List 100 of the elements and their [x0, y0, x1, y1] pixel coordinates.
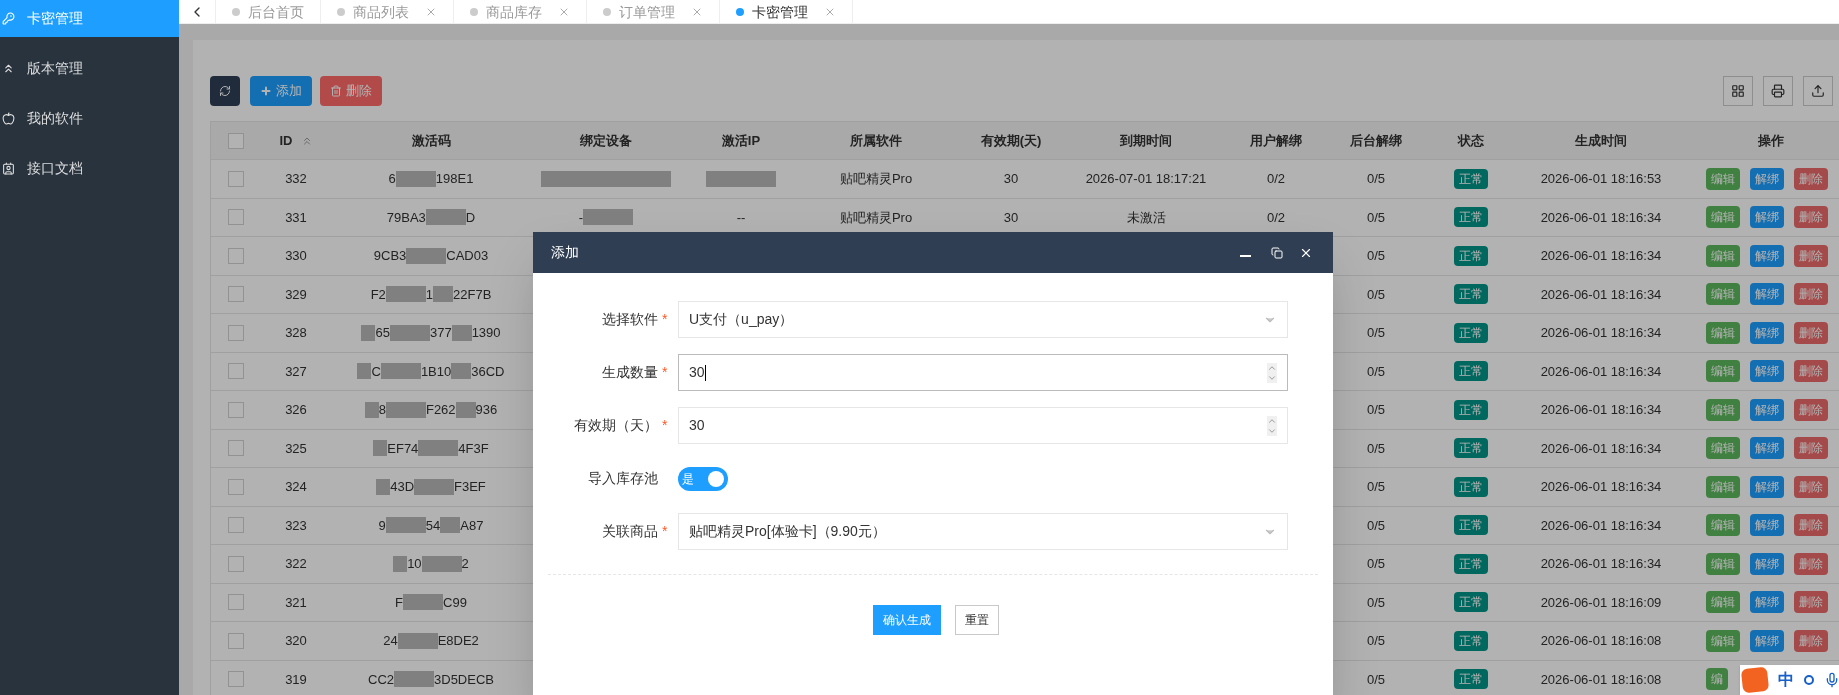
row-action-button[interactable]: 解绑 [1750, 629, 1784, 652]
checkbox[interactable] [228, 132, 244, 149]
row-action-button[interactable]: 编辑 [1706, 360, 1740, 383]
number-field[interactable]: 30 [678, 407, 1288, 444]
checkbox[interactable] [228, 671, 244, 688]
punctuation-icon[interactable] [1804, 675, 1814, 685]
row-action-button[interactable]: 编辑 [1706, 244, 1740, 267]
tab[interactable]: 后台首页 [216, 0, 321, 23]
table-cell-text: 326 [285, 401, 307, 419]
tab[interactable]: 商品列表 [321, 0, 454, 23]
row-action-button[interactable]: 编辑 [1706, 398, 1740, 421]
row-action-button[interactable]: 编辑 [1706, 206, 1740, 229]
refresh-icon [219, 85, 231, 97]
row-action-button[interactable]: 删除 [1794, 321, 1828, 344]
column-header: 所属软件 [850, 131, 902, 150]
row-action-button[interactable]: 编辑 [1706, 475, 1740, 498]
row-action-button[interactable]: 删除 [1794, 283, 1828, 306]
row-action-button[interactable]: 编 [1706, 668, 1728, 691]
sidebar-item[interactable]: 版本管理 [0, 50, 179, 87]
row-action-button[interactable]: 编辑 [1706, 591, 1740, 614]
delete-button[interactable]: 删除 [320, 76, 382, 106]
blurred-text [380, 363, 421, 380]
row-action-button[interactable]: 解绑 [1750, 514, 1784, 537]
row-action-button[interactable]: 编辑 [1706, 283, 1740, 306]
table-cell-text: 2026-06-01 18:16:34 [1540, 285, 1662, 304]
row-action-button[interactable]: 解绑 [1750, 398, 1784, 421]
tab[interactable]: 商品库存 [454, 0, 587, 23]
checkbox[interactable] [228, 594, 244, 611]
row-action-button[interactable]: 解绑 [1750, 475, 1784, 498]
export-button[interactable] [1803, 76, 1833, 106]
row-action-button[interactable]: 解绑 [1750, 206, 1784, 229]
ime-mode[interactable]: 中 [1778, 668, 1794, 692]
row-action-button[interactable]: 删除 [1794, 475, 1828, 498]
row-action-button[interactable]: 删除 [1794, 398, 1828, 421]
row-action-button[interactable]: 解绑 [1750, 167, 1784, 190]
checkbox[interactable] [228, 363, 244, 380]
checkbox[interactable] [228, 324, 244, 341]
row-action-button[interactable]: 解绑 [1750, 244, 1784, 267]
required-mark: * [662, 416, 669, 435]
row-action-button[interactable]: 解绑 [1750, 283, 1784, 306]
stepper-icon[interactable] [1267, 415, 1277, 436]
row-action-button[interactable]: 解绑 [1750, 321, 1784, 344]
row-action-button[interactable]: 解绑 [1750, 552, 1784, 575]
row-action-button[interactable]: 删除 [1794, 629, 1828, 652]
checkbox[interactable] [228, 209, 244, 226]
row-action-button[interactable]: 解绑 [1750, 437, 1784, 460]
checkbox[interactable] [228, 478, 244, 495]
table-cell-text: 未激活 [1126, 208, 1166, 227]
table-cell-text: 2026-06-01 18:16:08 [1540, 632, 1662, 650]
select-field[interactable]: U支付（u_pay） [678, 301, 1288, 338]
stepper-icon[interactable] [1267, 362, 1277, 383]
toggle-switch[interactable]: 是 [678, 466, 728, 491]
row-action-button[interactable]: 编辑 [1706, 514, 1740, 537]
checkbox[interactable] [228, 286, 244, 303]
row-action-button[interactable]: 删除 [1794, 360, 1828, 383]
microphone-icon[interactable] [1824, 672, 1839, 688]
printer-icon [1771, 84, 1785, 98]
reset-button[interactable]: 重置 [955, 605, 999, 635]
row-action-button[interactable]: 解绑 [1750, 360, 1784, 383]
blurred-text [425, 209, 466, 226]
tab[interactable]: 卡密管理 [720, 0, 853, 23]
row-action-button[interactable]: 编辑 [1706, 167, 1740, 190]
checkbox[interactable] [228, 401, 244, 418]
columns-button[interactable] [1723, 76, 1753, 106]
sidebar-item[interactable]: 我的软件 [0, 100, 179, 137]
table-cell-text: 331 [285, 208, 307, 227]
row-action-button[interactable]: 删除 [1794, 167, 1828, 190]
print-button[interactable] [1763, 76, 1793, 106]
table-cell-text: 0/5 [1366, 247, 1386, 265]
checkbox[interactable] [228, 555, 244, 572]
row-action-button[interactable]: 删除 [1794, 244, 1828, 267]
maximize-button[interactable] [1269, 244, 1285, 261]
row-action-button[interactable]: 删除 [1794, 437, 1828, 460]
row-action-button[interactable]: 编辑 [1706, 552, 1740, 575]
row-action-button[interactable]: 删除 [1794, 552, 1828, 575]
sidebar-item[interactable]: 接口文档 [0, 150, 179, 187]
table-cell-text: 3D5DECB [434, 670, 494, 689]
row-action-button[interactable]: 编辑 [1706, 629, 1740, 652]
sidebar-item[interactable]: 卡密管理 [0, 0, 179, 37]
row-action-button[interactable]: 删除 [1794, 514, 1828, 537]
checkbox[interactable] [228, 247, 244, 264]
row-action-button[interactable]: 编辑 [1706, 321, 1740, 344]
tab[interactable]: 订单管理 [587, 0, 720, 23]
select-field[interactable]: 贴吧精灵Pro[体验卡]（9.90元） [678, 513, 1288, 550]
row-action-button[interactable]: 删除 [1794, 591, 1828, 614]
checkbox[interactable] [228, 170, 244, 187]
refresh-button[interactable] [210, 76, 240, 106]
row-action-button[interactable]: 编辑 [1706, 437, 1740, 460]
row-action-button[interactable]: 解绑 [1750, 591, 1784, 614]
checkbox[interactable] [228, 440, 244, 457]
status-badge: 正常 [1454, 399, 1488, 420]
table-cell-text: 329 [285, 285, 307, 304]
table-cell-text: 2026-06-01 18:16:34 [1540, 362, 1662, 381]
column-header: 绑定设备 [580, 131, 632, 150]
number-field[interactable]: 30 [678, 354, 1288, 391]
confirm-button[interactable]: 确认生成 [873, 605, 941, 635]
add-button[interactable]: 添加 [250, 76, 312, 106]
checkbox[interactable] [228, 632, 244, 649]
row-action-button[interactable]: 删除 [1794, 206, 1828, 229]
checkbox[interactable] [228, 517, 244, 534]
